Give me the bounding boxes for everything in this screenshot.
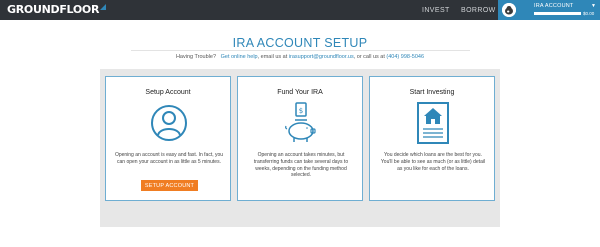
house-document-icon	[417, 102, 449, 144]
card-fund-ira: Fund Your IRA $ Opening an account takes…	[237, 76, 363, 201]
brand-logo[interactable]: GROUNDFLOOR	[7, 3, 107, 16]
support-phone-link[interactable]: (404) 998-5046	[386, 54, 424, 60]
help-email-prefix: , email us at	[257, 54, 288, 60]
account-balance: $0.00	[583, 11, 595, 16]
card-title: Fund Your IRA	[277, 89, 323, 96]
setup-account-button[interactable]: SETUP ACCOUNT	[141, 180, 198, 191]
avatar-icon	[502, 3, 516, 17]
card-description: You decide which loans are the best for …	[380, 152, 486, 172]
nav-borrow[interactable]: BORROW	[461, 0, 496, 20]
top-nav-bar: GROUNDFLOOR INVEST BORROW IRA ACCOUNT ▼ …	[0, 0, 600, 20]
account-menu[interactable]: IRA ACCOUNT ▼ $0.00	[498, 0, 600, 20]
card-start-investing: Start Investing You decide which loans a…	[369, 76, 495, 201]
brand-mark-icon	[100, 4, 107, 10]
card-title: Start Investing	[409, 89, 455, 96]
card-description: Opening an account takes minutes, but tr…	[253, 152, 349, 179]
account-progress-bar	[534, 12, 581, 15]
svg-text:$: $	[299, 107, 303, 115]
user-circle-icon	[151, 105, 187, 141]
help-call-prefix: , or call us at	[353, 54, 385, 60]
chevron-down-icon: ▼	[591, 3, 596, 9]
brand-name: GROUNDFLOOR	[7, 3, 100, 16]
account-label: IRA ACCOUNT	[534, 3, 574, 9]
nav-invest[interactable]: INVEST	[422, 0, 450, 20]
card-setup-account: Setup Account Opening an account is easy…	[105, 76, 231, 201]
piggy-bank-icon: $	[285, 102, 316, 142]
help-prefix: Having Trouble?	[175, 54, 217, 60]
support-email-link[interactable]: irasupport@groundfloor.us	[289, 54, 354, 60]
title-divider	[131, 50, 470, 51]
online-help-link[interactable]: Get online help	[221, 54, 258, 60]
card-title: Setup Account	[145, 89, 191, 96]
card-description: Opening an account is easy and fast. In …	[114, 152, 224, 165]
page-title: IRA ACCOUNT SETUP	[232, 36, 368, 50]
avatar	[502, 3, 516, 17]
help-line: Having Trouble? Get online help, email u…	[0, 54, 600, 60]
